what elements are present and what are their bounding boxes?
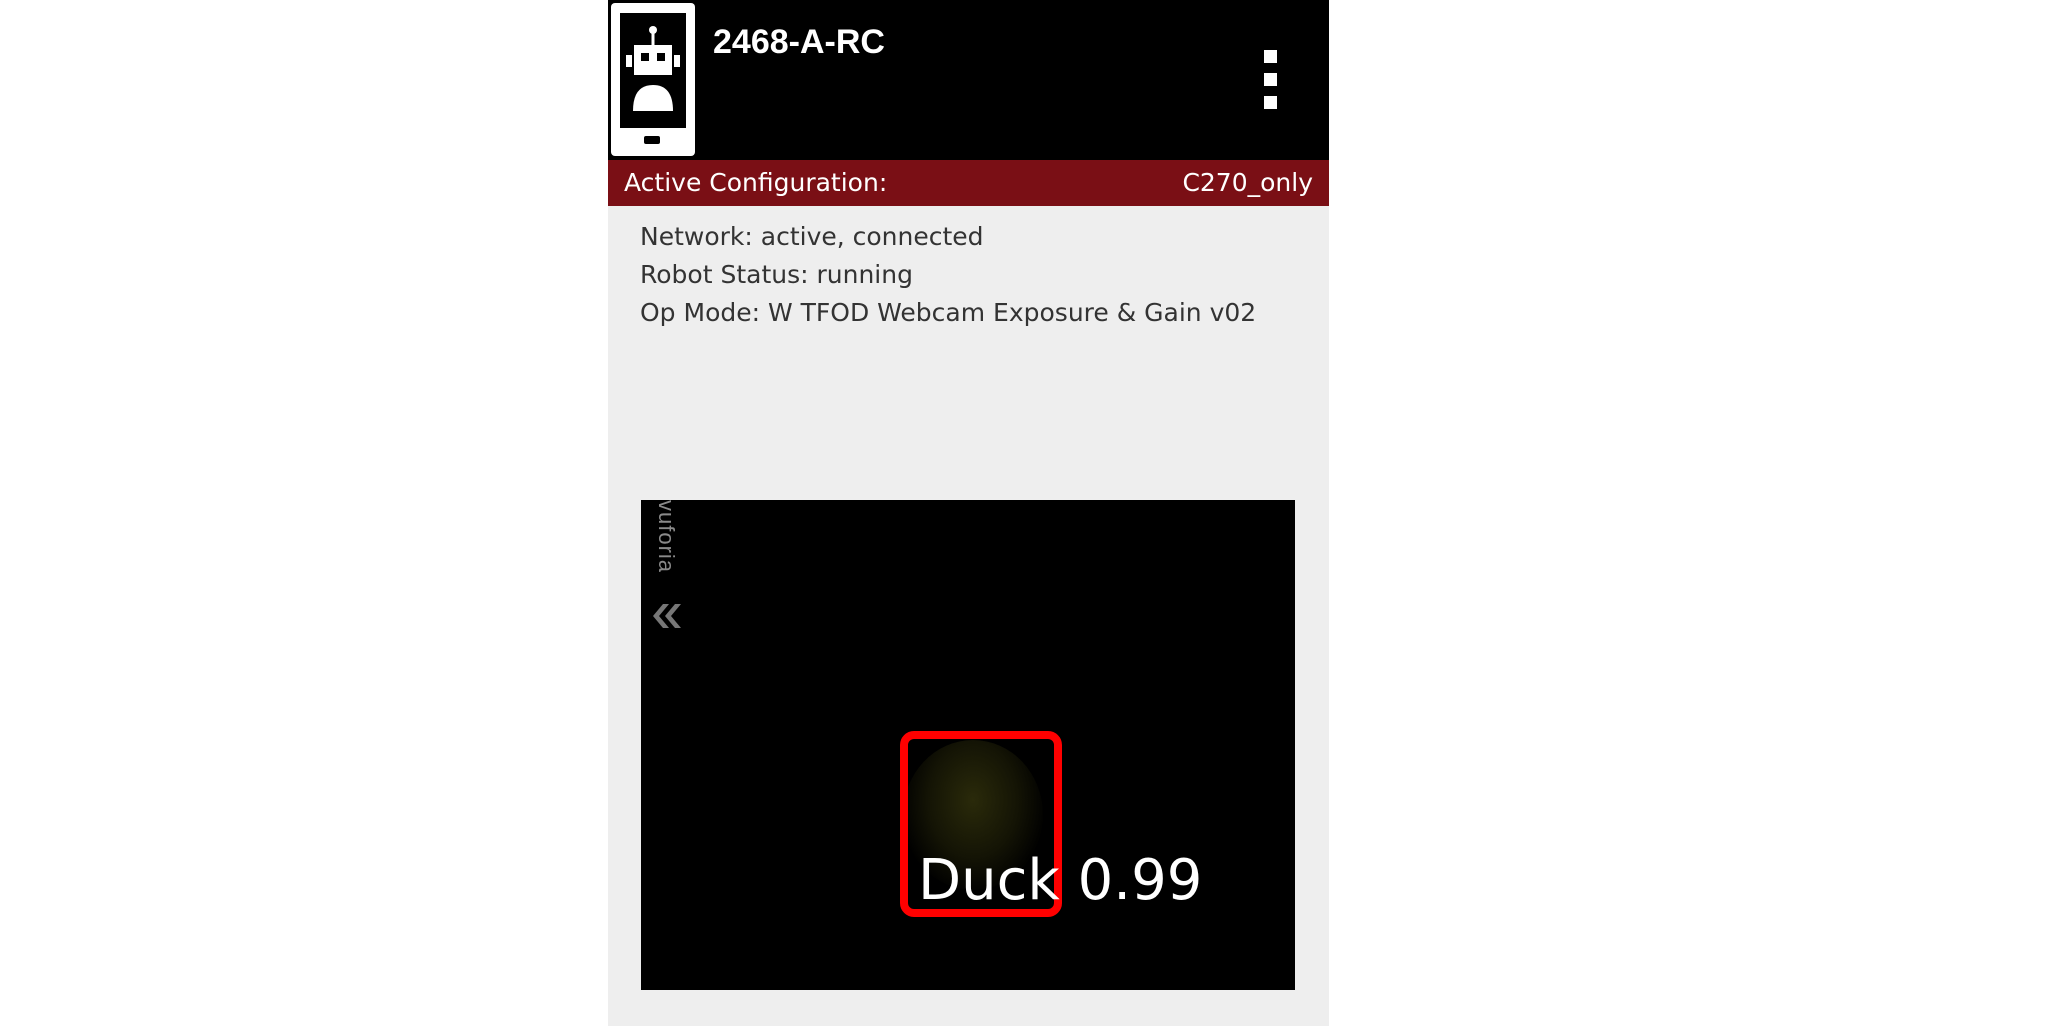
vuforia-logo-icon [649,598,685,634]
robot-status: Robot Status: running [640,260,913,289]
network-status: Network: active, connected [640,222,984,251]
robot-phone-icon [611,3,695,156]
active-configuration-value: C270_only [1182,168,1313,197]
app-bar: 2468-A-RC [608,0,1329,160]
active-configuration-bar: Active Configuration: C270_only [608,160,1329,206]
robot-controller-screen: 2468-A-RC Active Configuration: C270_onl… [608,0,1329,1026]
op-mode-status: Op Mode: W TFOD Webcam Exposure & Gain v… [640,298,1257,327]
active-configuration-label: Active Configuration: [624,168,888,197]
more-vert-icon[interactable] [1260,50,1280,110]
camera-preview: vuforia Duck 0.99 [641,500,1295,990]
app-title: 2468-A-RC [713,23,885,61]
status-panel: Network: active, connected Robot Status:… [640,218,1256,332]
vuforia-watermark: vuforia [654,500,679,574]
detection-label: Duck 0.99 [918,848,1203,913]
